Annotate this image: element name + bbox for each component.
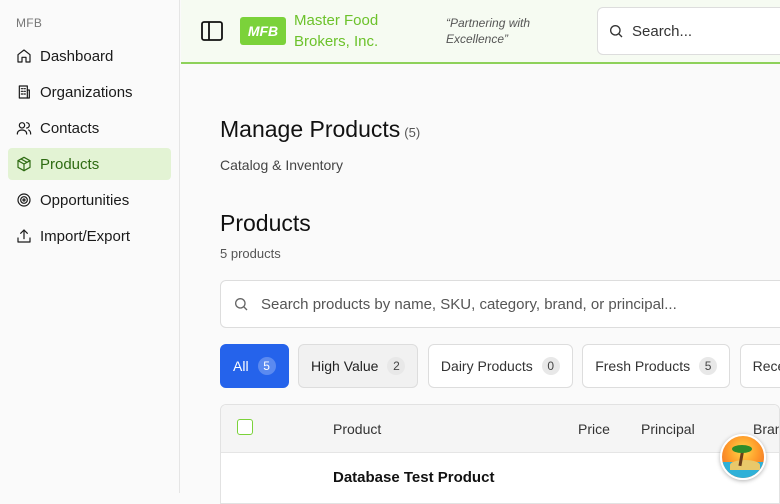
- section-title: Products: [220, 210, 311, 236]
- sidebar-item-label: Dashboard: [40, 47, 114, 65]
- logo[interactable]: MFB: [240, 17, 286, 45]
- filter-chip-count: 0: [541, 357, 560, 375]
- filter-chip-count: 5: [257, 357, 276, 375]
- page-title-text: Manage Products: [220, 116, 401, 142]
- avatar[interactable]: [720, 434, 766, 480]
- sidebar-nav: Dashboard Organizations Contacts Product…: [8, 40, 171, 256]
- select-all-checkbox[interactable]: [237, 419, 253, 435]
- users-icon: [16, 120, 32, 136]
- filter-chip-label: Rece: [752, 358, 780, 374]
- filter-chip-recent[interactable]: Rece: [739, 344, 780, 388]
- avatar-island: [730, 460, 760, 470]
- sidebar-item-contacts[interactable]: Contacts: [8, 112, 171, 144]
- sidebar-item-dashboard[interactable]: Dashboard: [8, 40, 171, 72]
- sidebar-item-label: Opportunities: [40, 191, 130, 209]
- global-search-input[interactable]: Search...: [597, 7, 780, 55]
- table-header: Product Price Principal Bran: [221, 405, 779, 453]
- filter-chip-all[interactable]: All 5: [220, 344, 289, 388]
- sidebar-item-products[interactable]: Products: [8, 148, 171, 180]
- filter-chip-label: Fresh Products: [595, 358, 691, 374]
- filter-chip-count: 2: [387, 357, 406, 375]
- column-header-brand[interactable]: Bran: [753, 421, 779, 437]
- home-icon: [16, 48, 32, 64]
- filter-chip-count: 5: [699, 357, 718, 375]
- sidebar-section-label: MFB: [16, 16, 43, 30]
- brand-tagline: “Partnering with Excellence”: [446, 16, 531, 46]
- page-subtitle: Catalog & Inventory: [220, 157, 343, 173]
- column-header-principal[interactable]: Principal: [641, 421, 695, 437]
- building-icon: [16, 84, 32, 100]
- sidebar-item-label: Organizations: [40, 83, 133, 101]
- product-name-cell[interactable]: Database Test Product: [333, 469, 494, 486]
- product-search-field[interactable]: [220, 280, 780, 328]
- column-header-price[interactable]: Price: [578, 421, 610, 437]
- filter-chip-fresh-products[interactable]: Fresh Products 5: [582, 344, 731, 388]
- filter-chip-label: High Value: [311, 358, 379, 374]
- sidebar: MFB Dashboard Organizations Contacts Pro…: [0, 0, 180, 493]
- sidebar-item-label: Products: [40, 155, 100, 173]
- filter-chip-label: All: [233, 358, 249, 374]
- top-header: MFB Master Food Brokers, Inc. “Partnerin…: [181, 0, 780, 64]
- sidebar-item-organizations[interactable]: Organizations: [8, 76, 171, 108]
- filter-chips: All 5 High Value 2 Dairy Products 0 Fres…: [220, 344, 780, 388]
- page-title: Manage Products (5): [220, 116, 420, 143]
- target-icon: [16, 192, 32, 208]
- global-search-placeholder: Search...: [632, 22, 693, 40]
- products-table: Product Price Principal Bran Database Te…: [220, 404, 780, 504]
- search-icon: [610, 25, 623, 38]
- product-search-input[interactable]: [261, 295, 780, 313]
- sidebar-toggle-icon[interactable]: [201, 21, 223, 41]
- package-icon: [16, 156, 32, 172]
- main-content: Manage Products (5) Catalog & Inventory P…: [181, 66, 780, 504]
- filter-chip-dairy-products[interactable]: Dairy Products 0: [427, 344, 573, 388]
- avatar-leaf: [732, 445, 752, 453]
- sidebar-item-import-export[interactable]: Import/Export: [8, 220, 171, 252]
- sidebar-item-label: Contacts: [40, 119, 100, 137]
- sidebar-item-label: Import/Export: [40, 227, 131, 245]
- filter-chip-high-value[interactable]: High Value 2: [298, 344, 419, 388]
- filter-chip-label: Dairy Products: [440, 358, 533, 374]
- search-icon: [235, 298, 248, 311]
- section-count: 5 products: [220, 246, 281, 261]
- page-title-count: (5): [404, 125, 421, 140]
- sidebar-item-opportunities[interactable]: Opportunities: [8, 184, 171, 216]
- column-header-product[interactable]: Product: [333, 421, 381, 437]
- brand-name: Master Food Brokers, Inc.: [294, 12, 379, 50]
- table-row[interactable]: Database Test Product: [221, 453, 779, 503]
- upload-icon: [16, 228, 32, 244]
